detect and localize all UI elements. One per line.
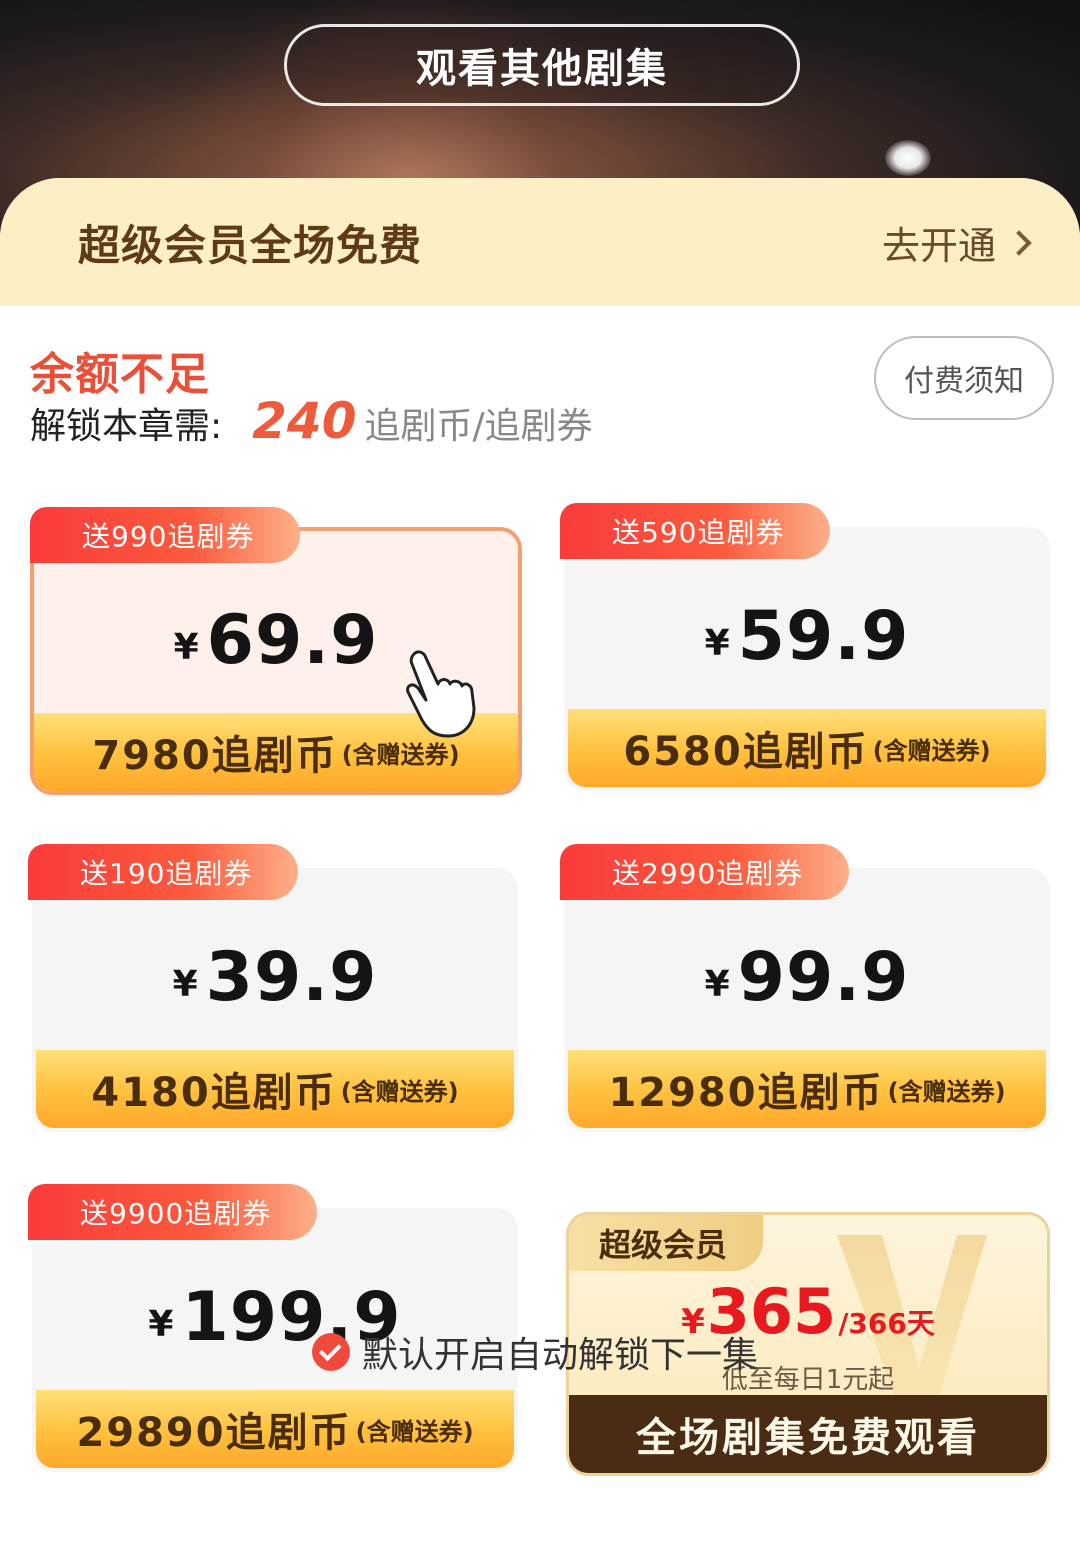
bonus-tag: 送2990追剧券 [560, 844, 850, 900]
checkmark-icon[interactable] [312, 1333, 350, 1371]
video-frame-light [885, 140, 931, 176]
bonus-tag: 送190追剧券 [28, 844, 299, 900]
package-card[interactable]: 送2990追剧券 ¥99.9 12980追剧币 (含赠送券) [560, 844, 1050, 1132]
bonus-tag: 送990追剧券 [30, 507, 301, 563]
auto-unlock-option[interactable]: 默认开启自动解锁下一集 [312, 1326, 758, 1378]
chevron-right-icon [1006, 230, 1032, 256]
watch-other-series-button[interactable]: 观看其他剧集 [284, 24, 800, 106]
payment-notice-button[interactable]: 付费须知 [874, 336, 1054, 420]
package-price: ¥39.9 [172, 938, 378, 1017]
vip-banner[interactable]: 超级会员全场免费 去开通 [0, 178, 1080, 306]
vip-banner-title: 超级会员全场免费 [78, 220, 423, 270]
package-card[interactable]: 送190追剧券 ¥39.9 4180追剧币 (含赠送券) [28, 844, 518, 1132]
vip-open-link[interactable]: 去开通 [881, 215, 1032, 270]
package-price: ¥59.9 [704, 597, 910, 676]
package-price: ¥99.9 [704, 938, 910, 1017]
auto-unlock-label: 默认开启自动解锁下一集 [362, 1335, 759, 1376]
bonus-tag: 送9900追剧券 [28, 1184, 318, 1240]
vip-open-label: 去开通 [881, 223, 996, 268]
unlock-cost-unit: 追剧币/追剧券 [364, 406, 593, 447]
unlock-cost-row: 解锁本章需: 240 追剧币/追剧券 [30, 392, 593, 450]
package-coins: 12980追剧币 (含赠送券) [568, 1050, 1046, 1128]
hand-pointer-icon [406, 650, 476, 738]
package-card[interactable]: 送590追剧券 ¥59.9 6580追剧币 (含赠送券) [560, 503, 1050, 791]
package-coins: 4180追剧币 (含赠送券) [36, 1050, 514, 1128]
super-vip-tag: 超级会员 [569, 1215, 764, 1271]
bonus-tag: 送590追剧券 [560, 503, 831, 559]
package-coins: 6580追剧币 (含赠送券) [568, 709, 1046, 787]
super-vip-cta: 全场剧集免费观看 [569, 1395, 1047, 1473]
package-coins: 29890追剧币 (含赠送券) [36, 1390, 514, 1468]
unlock-cost-label: 解锁本章需: [30, 406, 223, 447]
unlock-cost-amount: 240 [252, 392, 357, 450]
